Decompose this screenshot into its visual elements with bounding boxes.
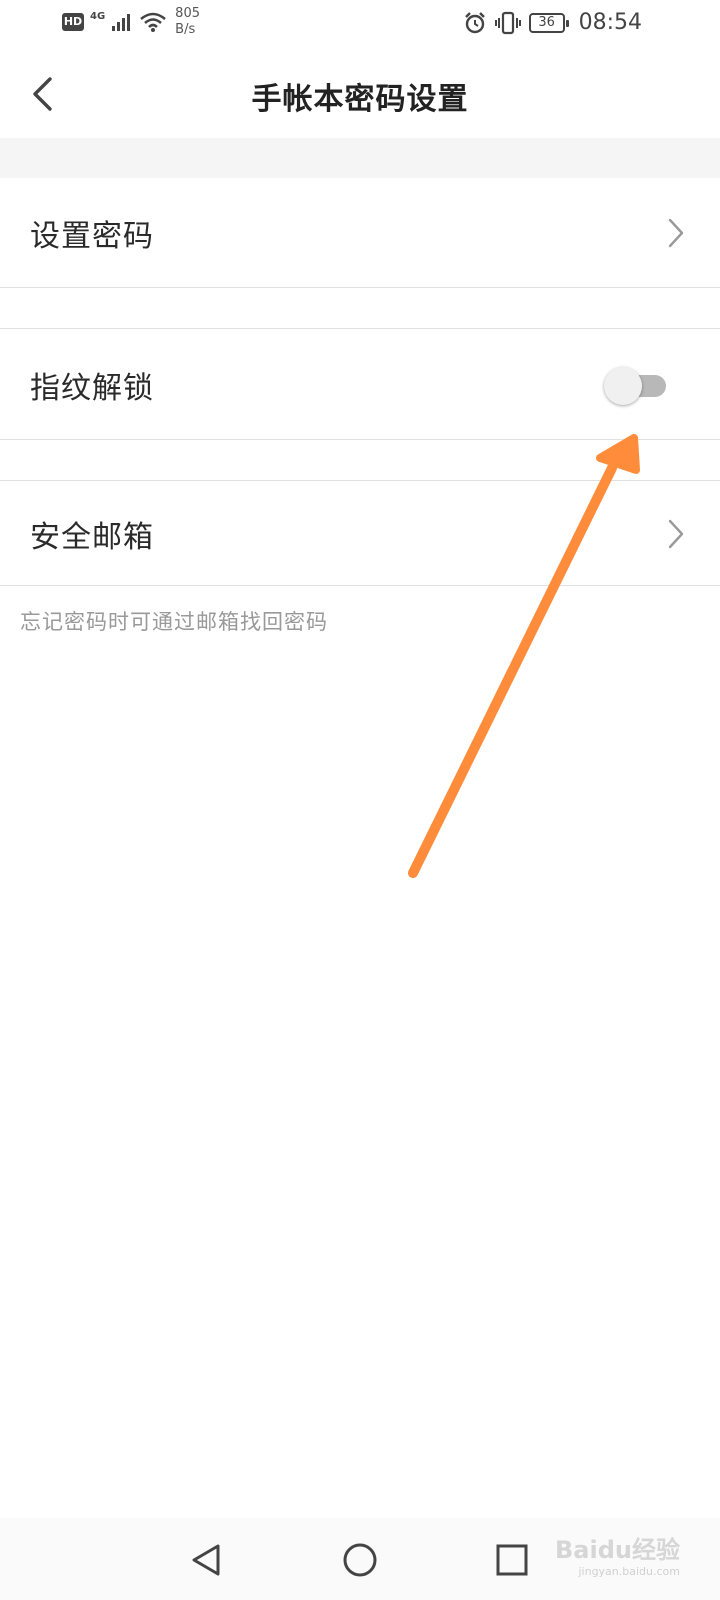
fingerprint-toggle[interactable] <box>604 366 668 405</box>
navigation-bar: Baidu经验 jingyan.baidu.com <box>0 1518 720 1600</box>
email-hint-text: 忘记密码时可通过邮箱找回密码 <box>20 610 328 634</box>
secure-email-row[interactable]: 安全邮箱 <box>0 482 720 586</box>
toggle-knob <box>604 366 642 405</box>
status-right: 36 08:54 <box>463 10 642 35</box>
chevron-right-icon <box>668 519 684 548</box>
secure-email-label: 安全邮箱 <box>30 519 154 555</box>
wifi-icon <box>140 12 166 32</box>
set-password-label: 设置密码 <box>30 218 154 254</box>
triangle-back-icon <box>192 1544 220 1576</box>
nav-recents-button[interactable] <box>488 1536 536 1584</box>
app-screen: HD 4G 805 B/s 36 08:54 手帐本密码设置 设置密码 指纹解锁… <box>0 0 720 1600</box>
fingerprint-row: 指纹解锁 <box>0 330 720 440</box>
signal-icon <box>112 14 131 31</box>
speed-value: 805 <box>175 6 200 21</box>
alarm-icon <box>464 11 485 33</box>
battery-indicator: 36 <box>528 12 569 33</box>
status-bar: HD 4G 805 B/s 36 08:54 <box>0 0 720 50</box>
page-title: 手帐本密码设置 <box>251 82 469 117</box>
square-recents-icon <box>496 1544 528 1576</box>
section-gap <box>0 138 720 178</box>
section-gap <box>0 289 720 329</box>
set-password-row[interactable]: 设置密码 <box>0 178 720 288</box>
section-gap <box>0 441 720 481</box>
network-type: 4G <box>90 10 106 22</box>
network-speed: 805 B/s <box>175 6 200 38</box>
vibrate-icon <box>494 11 521 34</box>
fingerprint-label: 指纹解锁 <box>30 370 154 406</box>
chevron-right-icon <box>668 218 684 247</box>
status-left: HD 4G 805 B/s <box>62 6 200 38</box>
hd-badge: HD <box>62 13 84 31</box>
speed-unit: B/s <box>175 22 196 37</box>
watermark-brand: Baidu经验 <box>555 1536 680 1564</box>
nav-home-button[interactable] <box>336 1536 384 1584</box>
circle-home-icon <box>343 1543 377 1577</box>
watermark: Baidu经验 jingyan.baidu.com <box>555 1530 680 1578</box>
app-header: 手帐本密码设置 <box>0 50 720 138</box>
nav-back-button[interactable] <box>182 1536 230 1584</box>
status-time: 08:54 <box>578 10 642 35</box>
watermark-url: jingyan.baidu.com <box>578 1565 680 1578</box>
